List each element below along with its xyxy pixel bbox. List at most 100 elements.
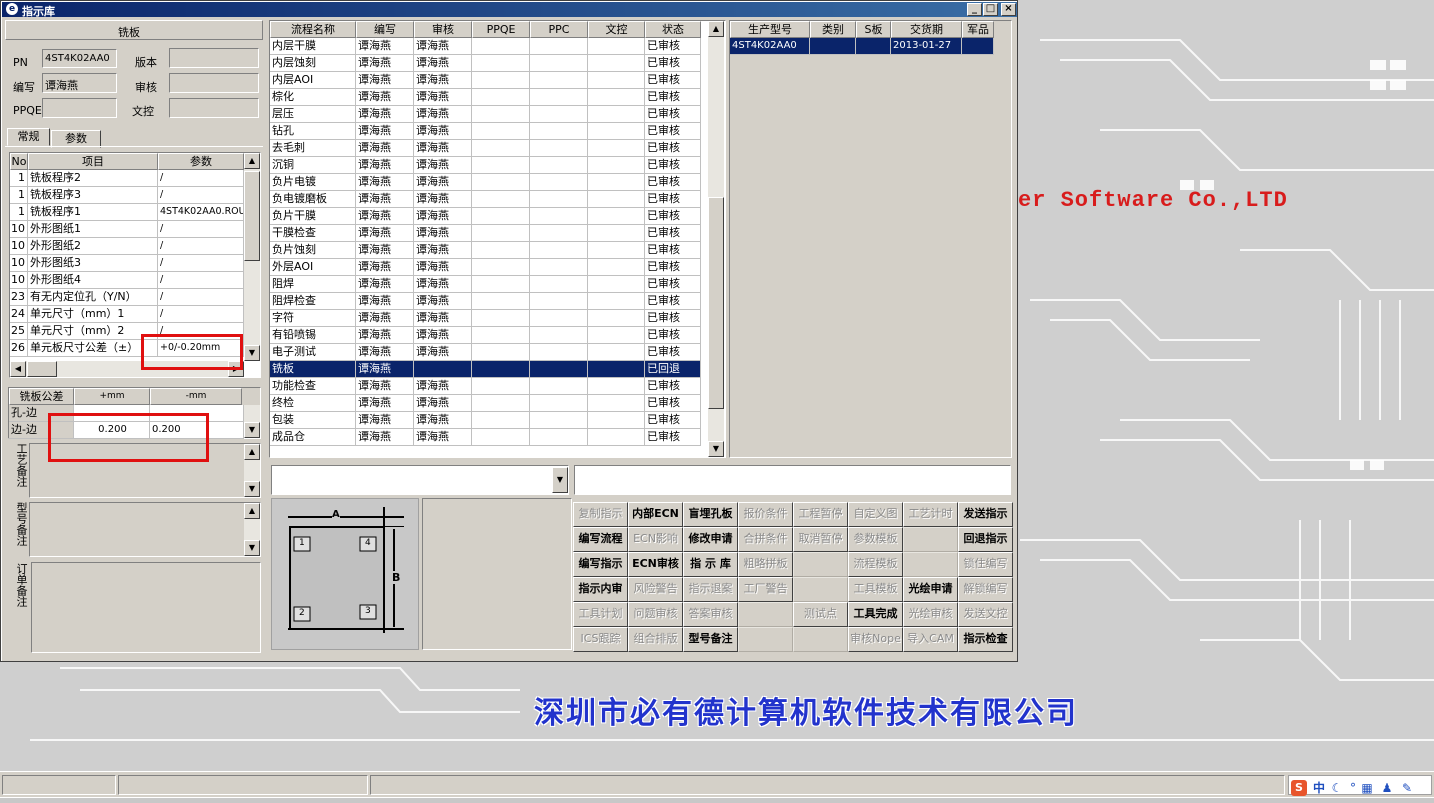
flow-status[interactable]: 已审核 [645, 327, 701, 344]
flow-ppqe[interactable] [472, 293, 530, 310]
param-value[interactable]: / [158, 289, 244, 306]
flow-ppc[interactable] [530, 55, 588, 72]
col-tolerance[interactable]: 铣板公差 [9, 388, 74, 405]
param-item[interactable]: 外形图纸2 [28, 238, 158, 255]
flow-ppqe[interactable] [472, 276, 530, 293]
param-value[interactable]: / [158, 170, 244, 187]
param-item[interactable]: 单元尺寸（mm）1 [28, 306, 158, 323]
flow-writer[interactable]: 谭海燕 [356, 38, 414, 55]
tab-general[interactable]: 常规 [7, 128, 50, 146]
scroll-up-icon[interactable]: ▲ [244, 444, 260, 460]
flow-doc[interactable] [588, 378, 645, 395]
param-no[interactable]: 1 [10, 187, 28, 204]
flow-row[interactable]: 负片干膜 谭海燕 谭海燕 已审核 [270, 208, 701, 225]
flow-name[interactable]: 功能检查 [270, 378, 356, 395]
flow-ppqe[interactable] [472, 259, 530, 276]
flow-ppc[interactable] [530, 106, 588, 123]
col-s-board[interactable]: S板 [856, 21, 891, 38]
flow-ppqe[interactable] [472, 344, 530, 361]
flow-writer[interactable]: 谭海燕 [356, 310, 414, 327]
flow-ppqe[interactable] [472, 72, 530, 89]
flow-status[interactable]: 已审核 [645, 259, 701, 276]
flow-reviewer[interactable]: 谭海燕 [414, 208, 472, 225]
flow-ppqe[interactable] [472, 123, 530, 140]
moon-icon[interactable]: ☾ [1329, 780, 1345, 796]
flow-reviewer[interactable]: 谭海燕 [414, 106, 472, 123]
param-item[interactable]: 有无内定位孔（Y/N） [28, 289, 158, 306]
flow-status[interactable]: 已审核 [645, 38, 701, 55]
flow-ppc[interactable] [530, 208, 588, 225]
scroll-down-icon[interactable]: ▼ [244, 422, 260, 438]
col-status[interactable]: 状态 [645, 21, 701, 38]
flow-ppqe[interactable] [472, 327, 530, 344]
wrench-icon[interactable]: ✎ [1399, 780, 1415, 796]
flow-status[interactable]: 已审核 [645, 72, 701, 89]
product-model[interactable]: 4ST4K02AA0 [730, 38, 810, 55]
flow-writer[interactable]: 谭海燕 [356, 276, 414, 293]
flow-writer[interactable]: 谭海燕 [356, 361, 414, 378]
flow-writer[interactable]: 谭海燕 [356, 293, 414, 310]
action-button[interactable]: 工具完成 [848, 602, 903, 627]
param-row[interactable]: 24 单元尺寸（mm）1/ [10, 306, 244, 323]
flow-row[interactable]: 负片电镀 谭海燕 谭海燕 已审核 [270, 174, 701, 191]
param-no[interactable]: 1 [10, 170, 28, 187]
flow-name[interactable]: 钻孔 [270, 123, 356, 140]
flow-name[interactable]: 层压 [270, 106, 356, 123]
flow-ppc[interactable] [530, 259, 588, 276]
flow-combo[interactable]: ▼ [271, 465, 569, 495]
flow-table[interactable]: 流程名称 编写 审核 PPQE PPC 文控 状态 内层干膜 谭海燕 谭海燕 已审核内… [269, 20, 726, 458]
action-button[interactable]: ECN审核 [628, 552, 683, 577]
flow-reviewer[interactable]: 谭海燕 [414, 55, 472, 72]
flow-reviewer[interactable]: 谭海燕 [414, 259, 472, 276]
ppqe-field[interactable] [42, 98, 117, 118]
flow-ppc[interactable] [530, 174, 588, 191]
param-row[interactable]: 1 铣板程序1 4ST4K02AA0.ROU [10, 204, 244, 221]
param-item[interactable]: 外形图纸4 [28, 272, 158, 289]
flow-name[interactable]: 有铅喷锡 [270, 327, 356, 344]
flow-ppqe[interactable] [472, 412, 530, 429]
flow-ppc[interactable] [530, 191, 588, 208]
flow-doc[interactable] [588, 242, 645, 259]
action-button[interactable]: 编写指示 [573, 552, 628, 577]
col-item[interactable]: 项目 [28, 153, 158, 170]
flow-ppc[interactable] [530, 38, 588, 55]
flow-row[interactable]: 阻焊检查 谭海燕 谭海燕 已审核 [270, 293, 701, 310]
flow-row[interactable]: 外层AOI 谭海燕 谭海燕 已审核 [270, 259, 701, 276]
flow-reviewer[interactable]: 谭海燕 [414, 327, 472, 344]
title-bar[interactable]: e 指示库 _ □ × [2, 2, 1017, 18]
flow-ppqe[interactable] [472, 38, 530, 55]
flow-status[interactable]: 已审核 [645, 412, 701, 429]
flow-status[interactable]: 已审核 [645, 310, 701, 327]
flow-writer[interactable]: 谭海燕 [356, 140, 414, 157]
flow-reviewer[interactable]: 谭海燕 [414, 157, 472, 174]
flow-status[interactable]: 已审核 [645, 106, 701, 123]
flow-writer[interactable]: 谭海燕 [356, 72, 414, 89]
flow-row[interactable]: 铣板 谭海燕 已回退 [270, 361, 701, 378]
flow-ppqe[interactable] [472, 395, 530, 412]
action-button[interactable]: 回退指示 [958, 527, 1013, 552]
flow-name[interactable]: 干膜检查 [270, 225, 356, 242]
flow-row[interactable]: 去毛刺 谭海燕 谭海燕 已审核 [270, 140, 701, 157]
flow-reviewer[interactable]: 谭海燕 [414, 293, 472, 310]
flow-doc[interactable] [588, 106, 645, 123]
flow-status[interactable]: 已审核 [645, 123, 701, 140]
tolerance-vscroll[interactable]: ▼ [244, 405, 260, 438]
flow-row[interactable]: 电子测试 谭海燕 谭海燕 已审核 [270, 344, 701, 361]
flow-writer[interactable]: 谭海燕 [356, 174, 414, 191]
param-value[interactable]: / [158, 255, 244, 272]
flow-doc[interactable] [588, 208, 645, 225]
flow-ppqe[interactable] [472, 106, 530, 123]
flow-ppc[interactable] [530, 225, 588, 242]
scroll-up-icon[interactable]: ▲ [244, 153, 260, 169]
flow-name[interactable]: 去毛刺 [270, 140, 356, 157]
flow-name[interactable]: 负片干膜 [270, 208, 356, 225]
flow-writer[interactable]: 谭海燕 [356, 412, 414, 429]
flow-status[interactable]: 已审核 [645, 174, 701, 191]
flow-status[interactable]: 已审核 [645, 395, 701, 412]
scroll-thumb[interactable] [708, 197, 724, 409]
flow-name[interactable]: 负片电镀 [270, 174, 356, 191]
param-value[interactable]: / [158, 238, 244, 255]
param-no[interactable]: 10 [10, 255, 28, 272]
param-value[interactable]: / [158, 187, 244, 204]
scroll-down-icon[interactable]: ▼ [244, 481, 260, 497]
